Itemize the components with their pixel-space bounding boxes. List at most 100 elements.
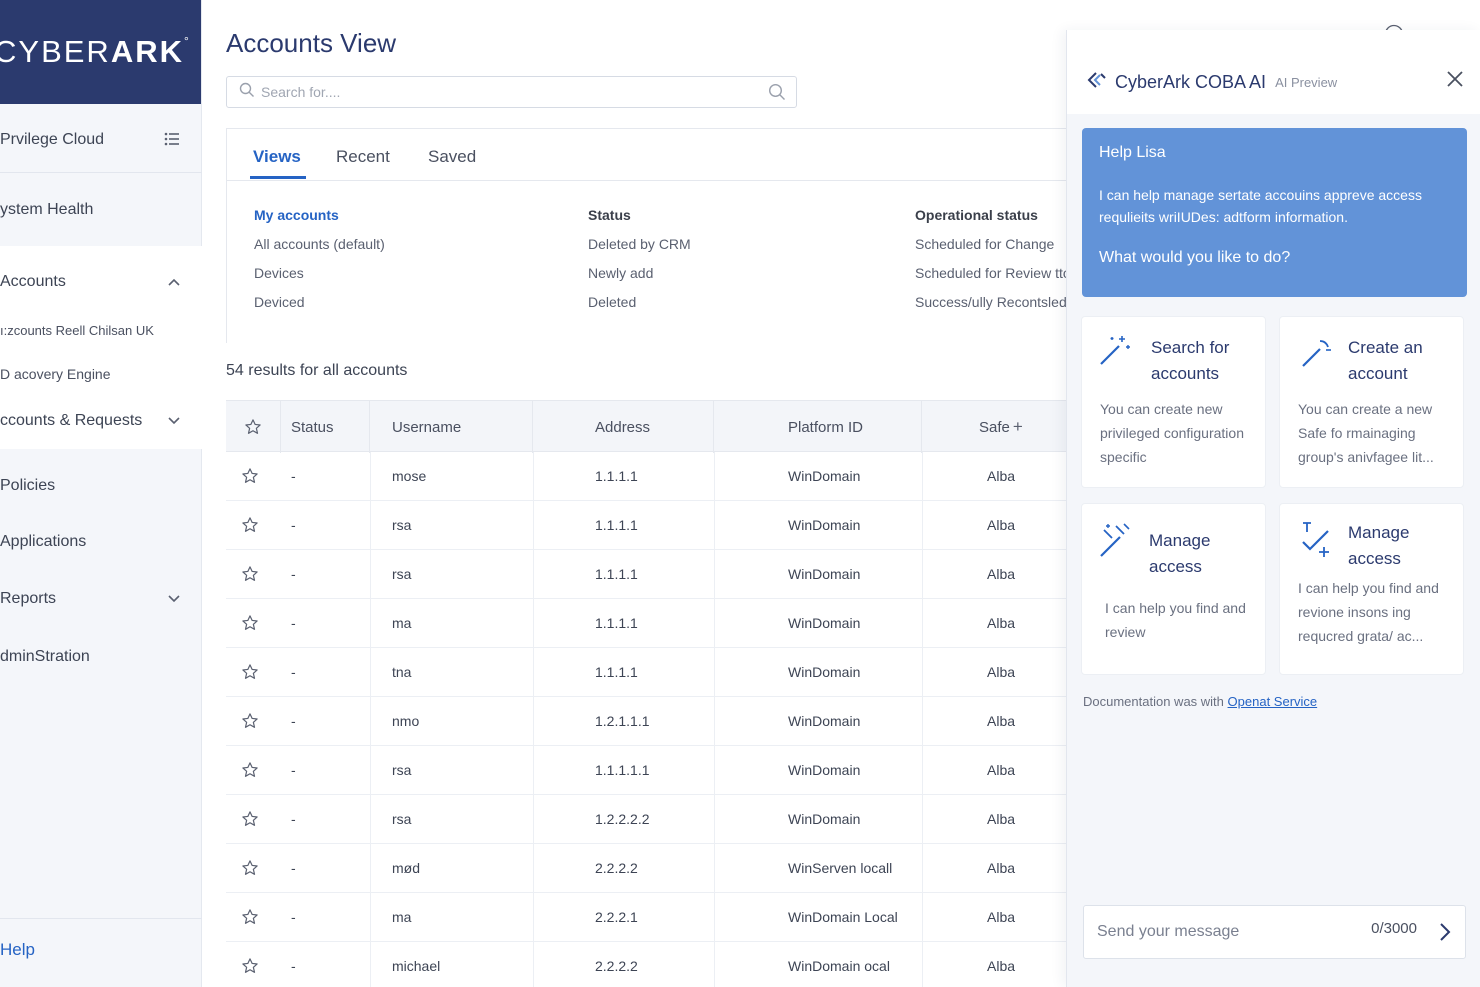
table-row[interactable]: - rsa 1.2.2.2.2 WinDomain Alba — [226, 795, 1066, 844]
action-create-account[interactable]: Create an account You can create a new S… — [1279, 316, 1464, 488]
cyberark-logo[interactable]: CYBERARK° — [0, 34, 191, 70]
view-item[interactable]: Deviced — [254, 294, 385, 310]
view-item[interactable]: Newly add — [588, 265, 691, 281]
sidebar-item-system-health[interactable]: ystem Health — [0, 190, 202, 230]
greeting-text: I can help manage sertate accouins appre… — [1099, 187, 1422, 225]
table-row[interactable]: - rsa 1.1.1.1 WinDomain Alba — [226, 501, 1066, 550]
cell-platform-id: WinDomain — [788, 566, 861, 582]
favorite-star-icon[interactable] — [241, 452, 259, 500]
column-header-safe[interactable]: Safe + — [922, 401, 1066, 453]
message-input[interactable] — [1097, 923, 1357, 941]
favorite-star-icon[interactable] — [241, 893, 259, 941]
column-divider — [370, 452, 371, 500]
sidebar-item-reports[interactable]: Reports — [0, 579, 202, 619]
action-manage-access-review[interactable]: Manage access I can help you find and re… — [1279, 503, 1464, 675]
column-divider — [533, 452, 534, 500]
column-divider — [533, 550, 534, 598]
table-row[interactable]: - nmo 1.2.1.1.1 WinDomain Alba — [226, 697, 1066, 746]
cell-address: 1.1.1.1 — [595, 664, 638, 680]
ai-panel-body: Help Lisa I can help manage sertate acco… — [1067, 114, 1480, 893]
cell-platform-id: WinServen locall — [788, 860, 893, 876]
search-input[interactable] — [261, 84, 796, 100]
tab-views[interactable]: Views — [253, 147, 301, 167]
favorite-star-icon[interactable] — [241, 746, 259, 794]
column-divider — [922, 501, 923, 549]
sidebar-item-applications[interactable]: Applications — [0, 522, 202, 562]
cell-platform-id: WinDomain — [788, 664, 861, 680]
sidebar-subitem-discovery-engine[interactable]: D acovery Engine — [0, 362, 202, 386]
cell-platform-id: WinDomain — [788, 713, 861, 729]
column-header-status[interactable]: Status — [281, 401, 370, 453]
view-item[interactable]: Scheduled for Review tto — [915, 265, 1071, 281]
documentation-link[interactable]: Openat Service — [1228, 694, 1318, 709]
sidebar-item-policies[interactable]: Policies — [0, 466, 202, 506]
column-header-platform-id[interactable]: Platform ID — [714, 401, 922, 453]
documentation-note: Documentation was with Openat Service — [1083, 694, 1317, 709]
favorite-star-icon[interactable] — [241, 697, 259, 745]
favorite-star-icon[interactable] — [241, 844, 259, 892]
favorite-star-icon[interactable] — [241, 648, 259, 696]
table-row[interactable]: - michael 2.2.2.2 WinDomain ocal Alba — [226, 942, 1066, 987]
table-row[interactable]: - rsa 1.1.1.1.1 WinDomain Alba — [226, 746, 1066, 795]
column-header-address[interactable]: Address — [533, 401, 714, 453]
ai-greeting-card: Help Lisa I can help manage sertate acco… — [1082, 128, 1467, 297]
view-item[interactable]: Success/ully Recontsled — [915, 294, 1071, 310]
favorite-star-icon[interactable] — [241, 550, 259, 598]
favorite-star-icon[interactable] — [241, 599, 259, 647]
sidebar-item-privilege-cloud[interactable]: Prvilege Cloud — [0, 120, 202, 160]
sidebar-item-administration[interactable]: dminStration — [0, 637, 202, 677]
chevron-up-icon — [168, 273, 180, 291]
sidebar-item-accounts[interactable]: Accounts — [0, 262, 202, 302]
cell-platform-id: WinDomain ocal — [788, 958, 890, 974]
sidebar-item-label: ystem Health — [0, 201, 94, 218]
action-manage-access[interactable]: Manage access I can help you find and re… — [1081, 503, 1266, 675]
view-item[interactable]: Devices — [254, 265, 385, 281]
view-item[interactable]: All accounts (default) — [254, 236, 385, 252]
cell-safe: Alba — [987, 762, 1016, 778]
cell-safe: Alba — [987, 958, 1016, 974]
table-row[interactable]: - ma 2.2.2.1 WinDomain Local Alba — [226, 893, 1066, 942]
cell-status: - — [291, 468, 296, 484]
sidebar-subitem-accounts-region[interactable]: ı:zcounts Reell Chilsan UK — [0, 318, 202, 342]
views-column-operational-status: Operational status Scheduled for Change … — [915, 207, 1071, 323]
favorite-star-icon[interactable] — [241, 501, 259, 549]
select-all-star-icon[interactable] — [226, 401, 281, 453]
cell-safe: Alba — [987, 566, 1016, 582]
favorite-star-icon[interactable] — [241, 795, 259, 843]
table-row[interactable]: - ma 1.1.1.1 WinDomain Alba — [226, 599, 1066, 648]
view-item[interactable]: Deleted — [588, 294, 691, 310]
search-submit-icon[interactable] — [768, 83, 786, 106]
search-icon — [239, 82, 255, 103]
sidebar-item-accounts-requests[interactable]: ccounts & Requests — [0, 401, 202, 441]
close-icon[interactable] — [1446, 70, 1464, 93]
sidebar-help-link[interactable]: Help — [0, 930, 202, 970]
action-search-accounts[interactable]: Search for accounts You can create new p… — [1081, 316, 1266, 488]
documentation-text: Documentation was with — [1083, 694, 1224, 709]
view-item[interactable]: Deleted by CRM — [588, 236, 691, 252]
cell-address: 1.1.1.1 — [595, 468, 638, 484]
table-row[interactable]: - tna 1.1.1.1 WinDomain Alba — [226, 648, 1066, 697]
table-row[interactable]: - mose 1.1.1.1 WinDomain Alba — [226, 452, 1066, 501]
list-icon[interactable] — [164, 132, 180, 149]
column-divider — [370, 942, 371, 987]
favorite-star-icon[interactable] — [241, 942, 259, 987]
cell-platform-id: WinDomain — [788, 517, 861, 533]
results-count: 54 results for all accounts — [226, 362, 408, 379]
action-description: You can create a new Safe fo rmainaging … — [1298, 401, 1434, 465]
sidebar-item-label: ı:zcounts Reell Chilsan UK — [0, 322, 154, 338]
sidebar-divider — [0, 918, 202, 919]
sidebar-item-label: Policies — [0, 477, 56, 494]
search-bar[interactable] — [226, 76, 797, 108]
table-row[interactable]: - rsa 1.1.1.1 WinDomain Alba — [226, 550, 1066, 599]
view-item[interactable]: Scheduled for Change — [915, 236, 1071, 252]
table-body: - mose 1.1.1.1 WinDomain Alba - rsa 1.1.1.1 WinD… — [226, 452, 1066, 987]
send-icon[interactable] — [1439, 922, 1451, 947]
message-composer[interactable]: 0/3000 — [1083, 905, 1466, 959]
add-column-icon[interactable]: + — [1013, 417, 1023, 437]
tab-recent[interactable]: Recent — [336, 147, 390, 167]
column-header-username[interactable]: Username — [370, 401, 533, 453]
table-row[interactable]: - mød 2.2.2.2 WinServen locall Alba — [226, 844, 1066, 893]
view-my-accounts[interactable]: My accounts — [254, 207, 385, 223]
cell-username: ma — [392, 909, 412, 925]
tab-saved[interactable]: Saved — [428, 147, 476, 167]
